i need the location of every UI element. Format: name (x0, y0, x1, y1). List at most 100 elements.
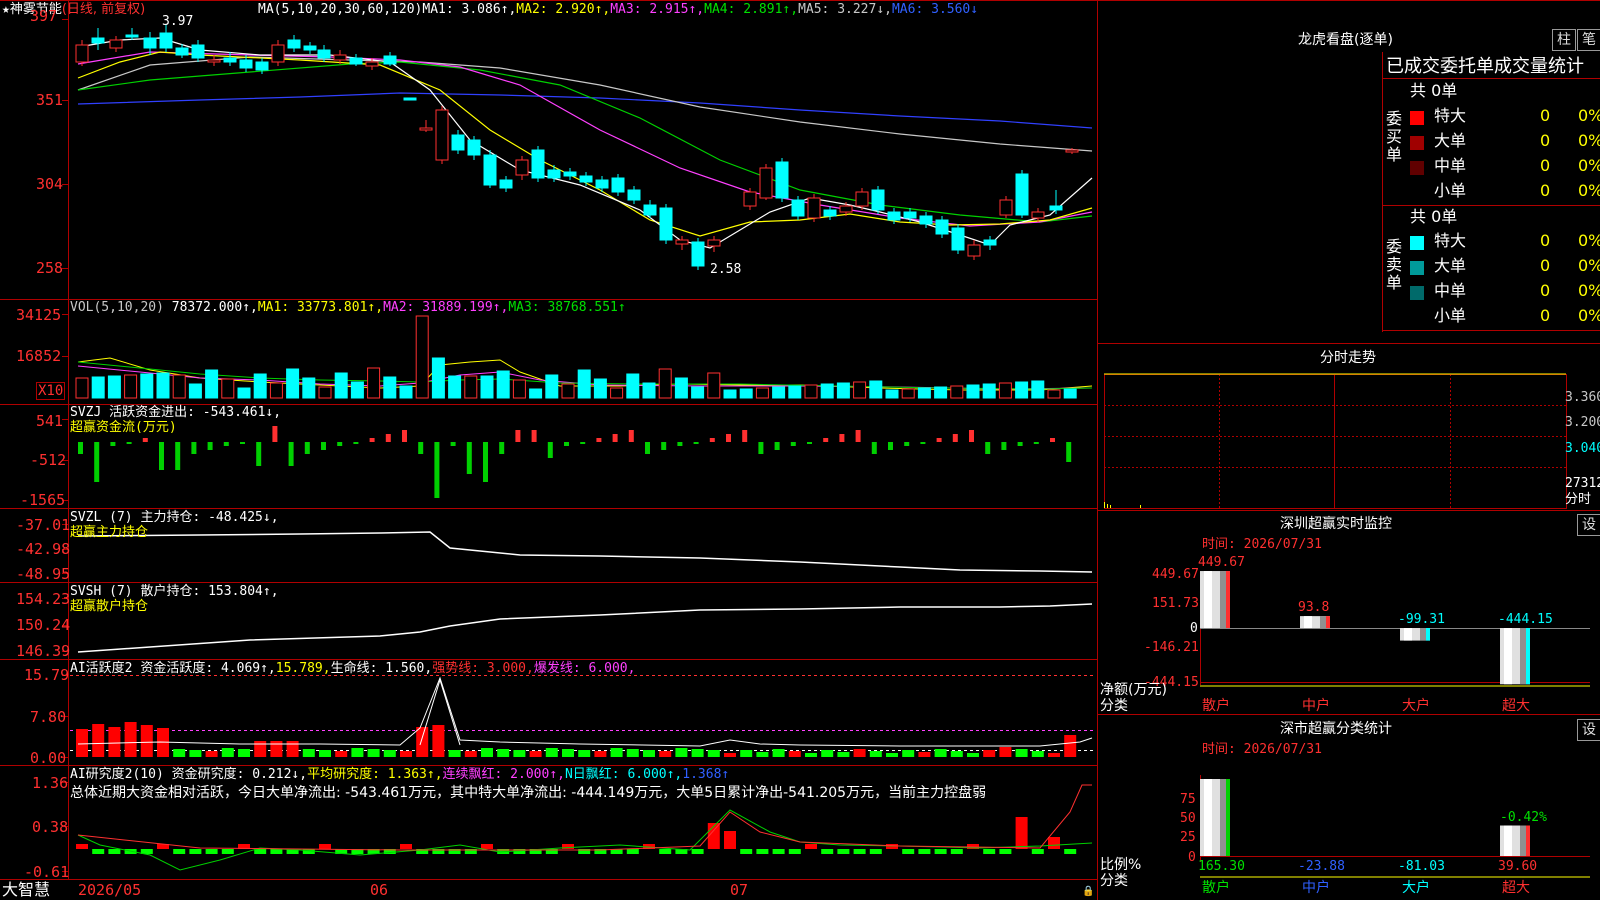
flow-bar (1001, 442, 1007, 450)
lock-icon[interactable]: 🔒 (1082, 884, 1094, 900)
research-bar (788, 849, 801, 854)
price-tick-4: 258 (36, 259, 64, 277)
volume-bar (739, 388, 753, 399)
candle-body (707, 239, 721, 247)
ai1-legend: AI活跃度2 资金活跃度: 4.069↑,15.789,生命线: 1.560,强… (70, 661, 636, 676)
activity-bar (464, 751, 477, 757)
sell-total: 共 0单 (1410, 207, 1458, 226)
sz-monitor-title: 深圳超赢实时监控 (1280, 516, 1392, 532)
buy-orders-label: 委买单 (1386, 109, 1403, 164)
main-chart-canvas[interactable] (0, 0, 1600, 900)
vol-tick-2: 16852 (16, 347, 62, 365)
order-count: 0 (1540, 306, 1551, 325)
flow-bar (839, 434, 845, 442)
candle-body (499, 179, 513, 189)
activity-bar (448, 750, 461, 757)
order-type-label: 特大 (1434, 231, 1467, 250)
volume-bar (529, 388, 543, 399)
volume-bar (237, 387, 251, 399)
flow-bar (207, 442, 213, 450)
volume-bar (124, 374, 138, 399)
monitor-bar-value: 449.67 (1198, 555, 1245, 571)
flow-bar (726, 434, 731, 442)
candle-body (887, 211, 901, 221)
activity-bar (319, 750, 331, 757)
flow-bar (321, 442, 326, 450)
flow-bar (823, 438, 829, 442)
volume-bar (561, 383, 575, 399)
buy-total: 共 0单 (1410, 81, 1458, 100)
flow-bar (142, 438, 148, 442)
sz-monitor-tick-4: -146.21 (1144, 640, 1199, 655)
volume-bar (140, 373, 154, 399)
volume-bar (334, 372, 348, 399)
star-icon[interactable]: ★ (2, 2, 10, 17)
svsh-tick-1: 154.23 (16, 590, 71, 608)
order-percent: 0% (1578, 306, 1600, 325)
flow-bar (774, 442, 780, 450)
activity-bar (594, 751, 607, 757)
volume-bar (691, 386, 705, 399)
candle-body (627, 189, 641, 201)
activity-bar (869, 751, 882, 757)
volume-bar (950, 385, 964, 399)
activity-bar (513, 750, 526, 757)
activity-bar (837, 752, 850, 757)
svsh-legend: SVSH (7) 散户持仓: 153.804↑, (70, 584, 279, 599)
flow-bar (288, 442, 294, 466)
research-bar (659, 849, 672, 854)
stock-header: ★神雾节能(日线, 前复权) (2, 2, 145, 18)
flow-bar (1050, 438, 1055, 442)
candle-body (839, 205, 853, 213)
activity-bar (675, 748, 688, 757)
order-type-label: 小单 (1434, 181, 1467, 200)
date-tick-2: 06 (370, 881, 389, 899)
date-tick-1: 2026/05 (78, 881, 142, 899)
activity-bar (432, 725, 445, 757)
low-price-label: 2.58 (710, 262, 742, 277)
sz-category-settings-button[interactable]: 设 (1577, 719, 1600, 741)
research-bar (76, 844, 88, 849)
volume-bar (318, 386, 332, 399)
flow-bar (807, 442, 812, 444)
sz-monitor-tick-3: 0 (1190, 621, 1198, 636)
flow-bar (920, 442, 926, 444)
sz-monitor-settings-button[interactable]: 设 (1577, 514, 1600, 536)
intraday-tick-3: 3.040 (1565, 441, 1600, 456)
column-view-button[interactable]: 柱 (1552, 29, 1576, 51)
research-bar (869, 849, 882, 854)
candle-body (967, 244, 981, 257)
flow-bar (661, 442, 667, 450)
flow-bar (337, 442, 343, 446)
trade-view-button[interactable]: 笔 (1577, 29, 1600, 51)
intraday-unit: 分时 (1565, 492, 1592, 507)
volume-bar (934, 386, 948, 399)
svzl-tick-1: -37.01 (16, 516, 71, 534)
high-price-label: 3.97 (162, 14, 194, 29)
order-percent: 0% (1578, 106, 1600, 125)
activity-bar (76, 729, 88, 757)
flow-bar (402, 430, 407, 442)
candle-body (125, 34, 139, 38)
date-tick-3: 07 (730, 881, 749, 899)
flow-bar (385, 434, 391, 442)
volume-bar (205, 369, 219, 399)
activity-bar (335, 751, 348, 757)
activity-bar (740, 750, 753, 757)
chart-mode[interactable]: (日线, 前复权) (62, 2, 145, 17)
vol-unit-badge: X10 (36, 382, 66, 400)
volume-bar (107, 375, 121, 399)
ai1-tick-1: 15.79 (24, 666, 70, 684)
order-swatch (1410, 236, 1424, 250)
volume-bar (156, 372, 170, 399)
activity-bar (286, 741, 299, 757)
activity-bar (691, 749, 704, 757)
ma-legend-item: MA5: 3.227↓, (798, 2, 892, 17)
volume-bar (836, 382, 850, 399)
volume-bar (431, 357, 445, 399)
order-type-label: 大单 (1434, 131, 1467, 150)
ai2-tick-2: 0.38 (32, 818, 69, 836)
volume-bar (901, 388, 915, 399)
flow-bar (855, 430, 861, 442)
flow-bar (110, 442, 116, 446)
